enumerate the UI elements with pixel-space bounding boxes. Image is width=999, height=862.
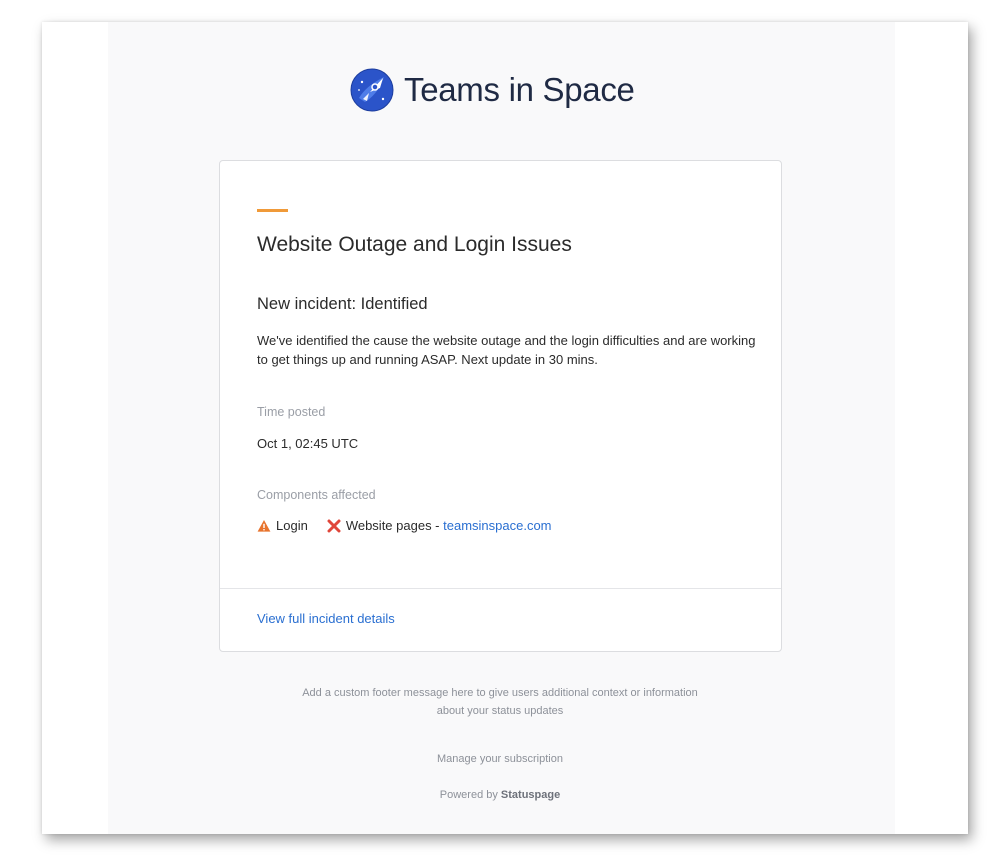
component-website-pages: Website pages - teamsinspace.com [327,518,552,533]
view-details-link[interactable]: View full incident details [257,611,395,626]
incident-card: Website Outage and Login Issues New inci… [219,160,782,652]
time-posted-value: Oct 1, 02:45 UTC [257,436,359,451]
email-body: Teams in Space Website Outage and Login … [108,22,895,834]
incident-title: Website Outage and Login Issues [257,233,572,256]
component-name: Website pages - [345,518,444,533]
brand-logo: Teams in Space [350,68,635,112]
time-posted-label: Time posted [257,405,326,419]
components-list: Login Website pages - teamsinspace.com [257,518,571,533]
update-heading: New incident: Identified [257,295,428,313]
update-body: We've identified the cause the website o… [257,333,756,367]
powered-by-brand: Statuspage [500,789,561,801]
powered-by-prefix: Powered by [439,789,501,801]
components-label: Components affected [257,488,376,502]
email-window: Teams in Space Website Outage and Login … [42,22,968,834]
accent-bar [257,209,288,212]
footer-message-line1: Add a custom footer message here to give… [302,687,698,699]
warning-triangle-icon [257,519,271,532]
manage-subscription-link[interactable]: Manage your subscription [250,753,750,765]
website-link[interactable]: teamsinspace.com [443,518,551,533]
footer-message: Add a custom footer message here to give… [250,684,750,720]
component-name: Login [276,518,308,533]
footer-message-line2: about your status updates [436,705,564,717]
brand-name: Teams in Space [404,71,635,108]
card-divider [220,588,781,589]
x-mark-icon [327,519,341,532]
powered-by: Powered by Statuspage [250,789,750,801]
rocket-planet-icon [350,68,394,112]
component-login: Login [257,518,308,533]
